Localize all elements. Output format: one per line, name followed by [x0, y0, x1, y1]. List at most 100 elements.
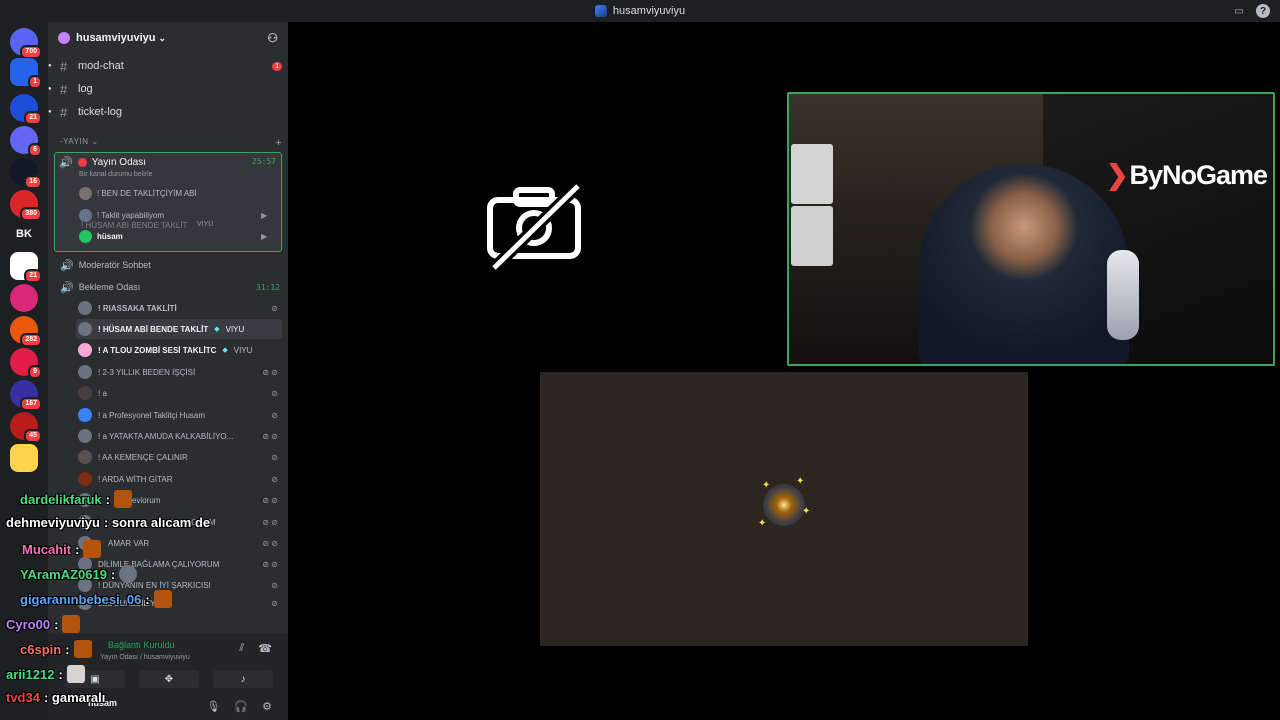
user-avatar-tile[interactable]: ✦ ✦ ✦ ✦ [540, 372, 1028, 646]
activities-button[interactable]: ✥ [139, 670, 199, 688]
server-icon[interactable]: 380 [10, 190, 42, 221]
drag-ghost-label: ! HÜSAM ABİ BENDE TAKLİT [81, 221, 188, 230]
chat-text: : [105, 491, 110, 507]
voice-user-name: seviorum [128, 495, 161, 505]
flame-icon: ❯ [1105, 160, 1129, 190]
voice-user-name: ! RIASSAKA TAKLİTİ [98, 303, 177, 313]
channel-label: ticket-log [78, 106, 123, 118]
voice-user[interactable]: ! AA KEMENÇE ÇALINIR ⊘ [76, 447, 282, 467]
voice-channel-bekleme[interactable]: 🔊 Bekleme Odası 31:12 [60, 278, 280, 296]
disconnect-icon[interactable]: ☎ [258, 642, 272, 655]
server-icon[interactable] [10, 284, 38, 312]
server-icon[interactable]: 21 [10, 252, 42, 283]
category-label: -YAYIN [60, 137, 89, 146]
server-icon[interactable]: 21 [10, 94, 42, 125]
avatar [78, 301, 92, 315]
channel-label: log [78, 83, 93, 95]
inbox-icon[interactable]: ▭ [1232, 4, 1246, 18]
chat-username: dehmeviyuviyu [6, 515, 100, 530]
microphone-prop [1107, 250, 1139, 340]
server-avatar-icon [58, 32, 70, 44]
channel-log[interactable]: ● # log [48, 79, 282, 99]
voice-user[interactable]: ! BEN DE TAKLİTÇİYİM ABİ [79, 187, 197, 200]
sparkle-icon: ✦ [796, 476, 805, 487]
deafened-icon: ⊘ ⊘ [262, 367, 278, 377]
deafened-icon: ⊘ [271, 452, 278, 462]
deafened-icon: ⊘ [271, 474, 278, 484]
voice-user[interactable]: ! a YATAKTA AMUDA KALKABİLİYO... ⊘ ⊘ [76, 426, 282, 446]
guild-tag: VIYU [197, 221, 214, 228]
chat-text: : [145, 591, 150, 607]
voice-user-name: ! a YATAKTA AMUDA KALKABİLİYO... [98, 431, 234, 441]
voice-user[interactable]: hüsam ! HÜSAM ABİ BENDE TAKLİT VIYU ▶ [79, 221, 267, 243]
server-icon-bk[interactable]: BK [10, 220, 38, 248]
voice-user-name: ! Taklit yapabiliyom [97, 211, 164, 220]
avatar [78, 450, 92, 464]
add-channel-icon[interactable]: + [275, 137, 282, 149]
avatar [78, 343, 92, 357]
channel-status[interactable]: Bir kanal durumu belirle [79, 171, 153, 178]
server-icon[interactable]: 45 [10, 412, 42, 443]
speaker-icon: 🔊 [60, 259, 74, 272]
invite-icon[interactable]: ⚇ [267, 31, 278, 45]
voice-user-name: ! 2-3 YILLIK BEDEN İŞÇİSİ [98, 367, 196, 377]
deafened-icon: ⊘ [271, 598, 278, 608]
voice-user[interactable]: AMAR VAR ⊘ ⊘ [76, 533, 282, 553]
server-icon[interactable]: 16 [10, 158, 42, 189]
voice-connection-status[interactable]: Bağlantı Kuruldu [108, 640, 175, 650]
channel-sidebar: husamviyuviyu ⌄ ⚇ ● # mod-chat 1 ● # log… [48, 22, 288, 720]
noise-suppression-icon[interactable]: ⫽ [239, 642, 244, 655]
server-header[interactable]: husamviyuviyu ⌄ ⚇ [48, 22, 288, 54]
voice-channel-name: Moderatör Sohbet [78, 260, 151, 270]
live-icon [77, 158, 87, 167]
settings-gear-icon[interactable]: ⚙ [262, 700, 272, 713]
headphones-icon[interactable]: 🎧 [234, 700, 248, 713]
server-icon[interactable]: 9 [10, 348, 42, 379]
category-yayin[interactable]: -YAYIN ⌄ + [60, 137, 282, 149]
chat-text: : sonra alıcam de [103, 515, 211, 530]
chat-message: Mucahit: [22, 540, 102, 558]
voice-user-name: ! AA KEMENÇE ÇALINIR [98, 452, 188, 462]
voice-channel-moderator[interactable]: 🔊 Moderatör Sohbet [60, 256, 280, 274]
chat-text: : [58, 666, 63, 682]
emote-icon [119, 565, 138, 583]
help-icon[interactable]: ? [1256, 4, 1270, 18]
mention-badge: 1 [272, 61, 282, 71]
deafened-icon: ⊘ [271, 580, 278, 590]
voice-user[interactable]: ! A TLOU ZOMBİ SESİ TAKLİTC ◆ VIYU [76, 340, 282, 360]
sparkle-icon: ✦ [762, 480, 771, 491]
voice-timer: 25:57 [251, 157, 276, 166]
title-bar: husamviyuviyu ▭ ? [0, 0, 1280, 22]
channel-ticket-log[interactable]: ● # ticket-log [48, 102, 282, 122]
avatar [79, 187, 92, 200]
chevron-down-icon: ⌄ [158, 32, 167, 43]
soundboard-button[interactable]: ♪ [213, 670, 273, 688]
chat-message: gigaranınbebesi_06: [20, 590, 172, 608]
voice-user[interactable]: ! 2-3 YILLIK BEDEN İŞÇİSİ ⊘ ⊘ [76, 362, 282, 382]
server-icon[interactable]: 167 [10, 380, 42, 411]
server-icon[interactable]: 1 [10, 58, 42, 89]
voice-user[interactable]: ! a ⊘ [76, 383, 282, 403]
deafened-icon: ⊘ ⊘ [262, 431, 278, 441]
emote-icon [66, 665, 85, 683]
server-icon[interactable] [10, 444, 38, 472]
avatar [79, 230, 92, 243]
server-icon[interactable]: 282 [10, 316, 42, 347]
channel-mod-chat[interactable]: ● # mod-chat 1 [48, 56, 282, 76]
voice-user[interactable]: ! RIASSAKA TAKLİTİ ⊘ [76, 298, 282, 318]
chat-text: : [110, 566, 116, 582]
microphone-icon[interactable]: 🎙 [206, 700, 220, 713]
active-voice-channel[interactable]: 🔊 Yayın Odası 25:57 Bir kanal durumu bel… [54, 152, 282, 252]
chat-username: tvd34 [6, 690, 40, 705]
chat-message: arii1212: [6, 665, 85, 683]
server-icon[interactable]: 6 [10, 126, 42, 157]
voice-user-name: ! BEN DE TAKLİTÇİYİM ABİ [97, 189, 197, 198]
home-button[interactable]: 700 [10, 28, 42, 59]
video-stream-tile[interactable]: ❯ByNoGame [787, 92, 1275, 366]
voice-user[interactable]: ! HÜSAM ABİ BENDE TAKLİT ◆ VIYU [76, 319, 282, 339]
chevron-down-icon: ⌄ [91, 137, 99, 146]
voice-user[interactable]: ! ARDA WİTH GİTAR ⊘ [76, 469, 282, 489]
brand-logo: ❯ByNoGame [1105, 160, 1268, 191]
voice-user[interactable]: ! a Profesyonel Taklitçi Husam ⊘ [76, 405, 282, 425]
channel-label: mod-chat [78, 60, 124, 72]
